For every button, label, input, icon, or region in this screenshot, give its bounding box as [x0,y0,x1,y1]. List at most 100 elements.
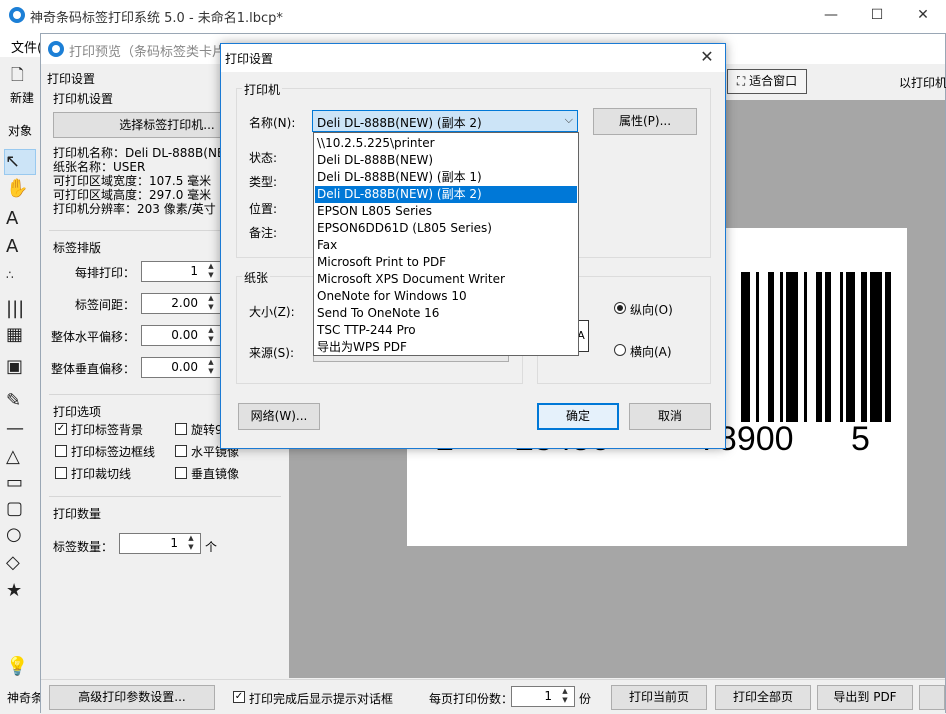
ellipse-tool-icon[interactable]: ○ [6,523,34,547]
extra-button[interactable] [919,685,945,710]
stepper-arrows-icon[interactable]: ▲ ▼ [204,358,218,377]
print-cutline-checkbox[interactable] [55,467,67,479]
print-cutline-label: 打印裁切线 [71,467,132,481]
fit-window-button[interactable]: ⛶ 适合窗口 [727,69,807,94]
maximize-button[interactable]: ☐ [854,0,900,31]
printer-option[interactable]: Fax [315,237,577,254]
copies-stepper[interactable]: 1 ▲ ▼ [511,686,575,707]
h-mirror-checkbox[interactable] [175,445,187,457]
star-tool-icon[interactable]: ★ [6,579,34,603]
printer-dropdown-list[interactable]: \\10.2.5.225\printer Deli DL-888B(NEW) D… [313,132,579,356]
rectangle-tool-icon[interactable]: ▭ [6,471,34,495]
rounded-rect-tool-icon[interactable]: ▢ [6,497,34,521]
printer-option[interactable]: \\10.2.5.225\printer [315,135,577,152]
qrcode-tool-icon[interactable]: ▦ [6,323,34,347]
portrait-radio[interactable] [614,302,626,314]
quantity-value: 1 [170,536,178,550]
print-current-page-button[interactable]: 打印当前页 [611,685,707,710]
v-offset-stepper[interactable]: 0.00 ▲ ▼ [141,357,221,378]
printer-option[interactable]: Deli DL-888B(NEW) [315,152,577,169]
v-mirror-checkbox[interactable] [175,467,187,479]
line-tool-icon[interactable]: — [6,417,34,441]
properties-button[interactable]: 属性(P)... [593,108,697,135]
printer-option[interactable]: 导出为WPS PDF [315,339,577,356]
spacing-value: 2.00 [171,296,198,310]
per-row-stepper[interactable]: 1 ▲ ▼ [141,261,221,282]
h-offset-label: 整体水平偏移： [51,330,136,344]
hand-icon[interactable]: ✋ [6,177,34,201]
barcode-bar [780,272,783,422]
new-file-icon[interactable]: 🗋 [11,63,39,87]
v-mirror-label: 垂直镜像 [191,467,240,481]
printer-option[interactable]: EPSON6DD61D (L805 Series) [315,220,577,237]
text-tool-icon[interactable]: A [6,207,34,231]
landscape-radio[interactable] [614,344,626,356]
printer-option[interactable]: Deli DL-888B(NEW) (副本 1) [315,169,577,186]
barcode-bar [846,272,855,422]
cancel-button[interactable]: 取消 [629,403,711,430]
stepper-arrows-icon[interactable]: ▲ ▼ [204,262,218,281]
printer-right-label: 以打印机 [899,76,946,90]
triangle-tool-icon[interactable]: △ [6,445,34,469]
network-button[interactable]: 网络(W)... [238,403,320,430]
print-border-label: 打印标签边框线 [71,445,156,459]
rotate-label: 旋转9 [191,423,223,437]
settings-heading: 打印设置 [47,72,96,86]
printer-option[interactable]: Microsoft XPS Document Writer [315,271,577,288]
printer-option-selected[interactable]: Deli DL-888B(NEW) (副本 2) [315,186,577,203]
export-pdf-button[interactable]: 导出到 PDF [817,685,913,710]
location-label: 位置: [249,202,278,216]
barcode-bar [885,272,891,422]
lightbulb-icon[interactable]: 💡 [6,655,34,679]
show-dialog-label: 打印完成后显示提示对话框 [249,692,394,706]
pointer-icon[interactable]: ↖ [4,149,36,175]
menu-file[interactable]: 文件( [11,37,42,56]
quantity-unit: 个 [205,540,218,554]
show-dialog-checkbox[interactable]: ✓ [233,691,245,703]
source-label: 来源(S): [249,346,295,360]
printer-option[interactable]: Microsoft Print to PDF [315,254,577,271]
diamond-tool-icon[interactable]: ◇ [6,551,34,575]
printer-option[interactable]: TSC TTP-244 Pro [315,322,577,339]
rotate-checkbox[interactable] [175,423,187,435]
print-all-pages-button[interactable]: 打印全部页 [715,685,811,710]
ok-button[interactable]: 确定 [537,403,619,430]
barcode-bar [741,272,750,422]
object-label: 对象 [8,124,33,138]
stepper-arrows-icon[interactable]: ▲ ▼ [184,534,198,553]
printer-name-label: 名称(N): [249,116,296,130]
barcode-bar [825,272,831,422]
image-tool-icon[interactable]: ▣ [6,355,34,379]
preview-title: 打印预览（条码标签类卡片） [69,45,239,60]
dialog-close-button[interactable]: ✕ [695,46,719,68]
stepper-arrows-icon[interactable]: ▲ ▼ [558,687,572,706]
minimize-button[interactable]: — [808,0,854,31]
printer-name-select[interactable]: Deli DL-888B(NEW) (副本 2) ⌵ [312,110,578,132]
chevron-down-icon: ⌵ [564,113,573,126]
arc-text-icon[interactable]: ∴ [6,263,34,287]
new-label: 新建 [10,91,35,105]
per-row-value: 1 [190,264,198,278]
printer-option[interactable]: EPSON L805 Series [315,203,577,220]
advanced-settings-button[interactable]: 高级打印参数设置... [49,685,215,710]
quantity-stepper[interactable]: 1 ▲ ▼ [119,533,201,554]
spacing-stepper[interactable]: 2.00 ▲ ▼ [141,293,221,314]
close-button[interactable]: ✕ [900,0,946,31]
landscape-label: 横向(A) [630,345,672,359]
printer-option[interactable]: Send To OneNote 16 [315,305,577,322]
layout-group-title: 标签排版 [53,241,102,255]
print-border-checkbox[interactable] [55,445,67,457]
barcode-bar [861,272,867,422]
per-row-label: 每排打印： [75,266,136,280]
pen-tool-icon[interactable]: ✎ [6,389,34,413]
stepper-arrows-icon[interactable]: ▲ ▼ [204,326,218,345]
printer-option[interactable]: OneNote for Windows 10 [315,288,577,305]
fit-window-icon: ⛶ [736,74,746,88]
barcode-tool-icon[interactable]: ||| [6,297,34,321]
stepper-arrows-icon[interactable]: ▲ ▼ [204,294,218,313]
comment-label: 备注: [249,226,278,240]
multiline-text-icon[interactable]: A [6,235,34,259]
print-background-checkbox[interactable]: ✓ [55,423,67,435]
h-offset-stepper[interactable]: 0.00 ▲ ▼ [141,325,221,346]
type-label: 类型: [249,175,278,189]
